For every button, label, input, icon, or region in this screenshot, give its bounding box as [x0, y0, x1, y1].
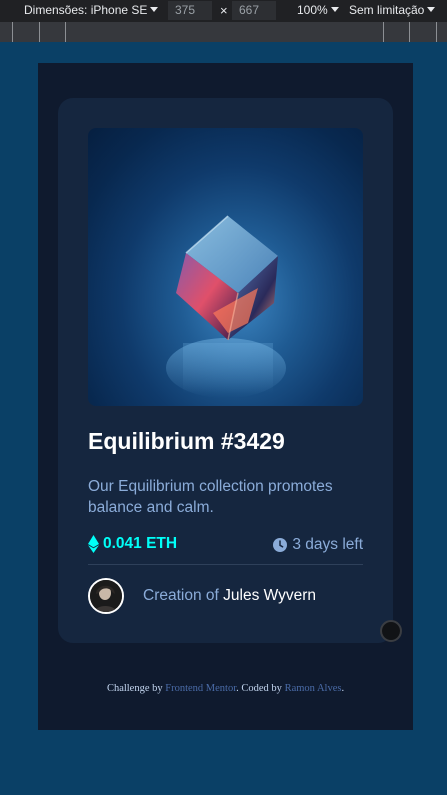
- avatar-image: [90, 580, 122, 612]
- price: 0.041 ETH: [88, 535, 177, 553]
- dropdown-caret-icon: [150, 7, 159, 12]
- nft-card: Equilibrium #3429 Our Equilibrium collec…: [58, 98, 393, 643]
- creator-line: Creation of Jules Wyvern: [143, 587, 316, 605]
- dropdown-caret-icon: [427, 7, 436, 12]
- device-dropdown-label: Dimensões: iPhone SE: [24, 3, 148, 17]
- footer-prefix: Challenge by: [106, 683, 163, 694]
- creator-name[interactable]: Jules Wyvern: [223, 587, 316, 604]
- width-input[interactable]: 375: [168, 1, 212, 20]
- author-link[interactable]: Ramon Alves: [285, 683, 342, 694]
- height-input[interactable]: 667: [232, 1, 276, 20]
- emulated-viewport: Equilibrium #3429 Our Equilibrium collec…: [38, 63, 413, 730]
- dimension-separator: ×: [220, 3, 228, 18]
- time-left-value: 3 days left: [292, 536, 363, 553]
- ruler-tick: [39, 22, 40, 42]
- footer-middle: . Coded by: [236, 683, 282, 694]
- ethereum-icon: [88, 535, 99, 553]
- frontend-mentor-link[interactable]: Frontend Mentor: [165, 683, 236, 694]
- ruler-tick: [436, 22, 437, 42]
- zoom-dropdown[interactable]: 100%: [297, 3, 339, 17]
- time-remaining: 3 days left: [273, 536, 363, 554]
- price-value: 0.041 ETH: [103, 535, 178, 552]
- nft-title[interactable]: Equilibrium #3429: [88, 428, 285, 455]
- equilibrium-cube-image: [166, 215, 286, 398]
- ruler-tick: [383, 22, 384, 42]
- dropdown-caret-icon: [330, 7, 339, 12]
- creator-prefix: Creation of: [143, 587, 219, 604]
- nft-image[interactable]: [88, 128, 363, 406]
- ruler-tick: [409, 22, 410, 42]
- throttle-label: Sem limitação: [349, 3, 425, 17]
- devtools-device-toolbar: Dimensões: iPhone SE 375 × 667 100% Sem …: [0, 0, 447, 22]
- card-divider: [88, 564, 363, 565]
- footer-suffix: .: [341, 683, 345, 694]
- clock-icon: [273, 538, 288, 552]
- media-query-ruler[interactable]: [0, 22, 447, 42]
- attribution-footer: Challenge by Frontend Mentor. Coded by R…: [38, 683, 413, 694]
- creator-avatar: [88, 578, 124, 614]
- ruler-tick: [12, 22, 13, 42]
- nft-description: Our Equilibrium collection promotes bala…: [88, 478, 333, 516]
- zoom-label: 100%: [297, 3, 328, 17]
- throttle-dropdown[interactable]: Sem limitação: [349, 3, 436, 17]
- ruler-tick: [65, 22, 66, 42]
- touch-cursor: [380, 620, 402, 642]
- device-dropdown[interactable]: Dimensões: iPhone SE: [24, 3, 159, 17]
